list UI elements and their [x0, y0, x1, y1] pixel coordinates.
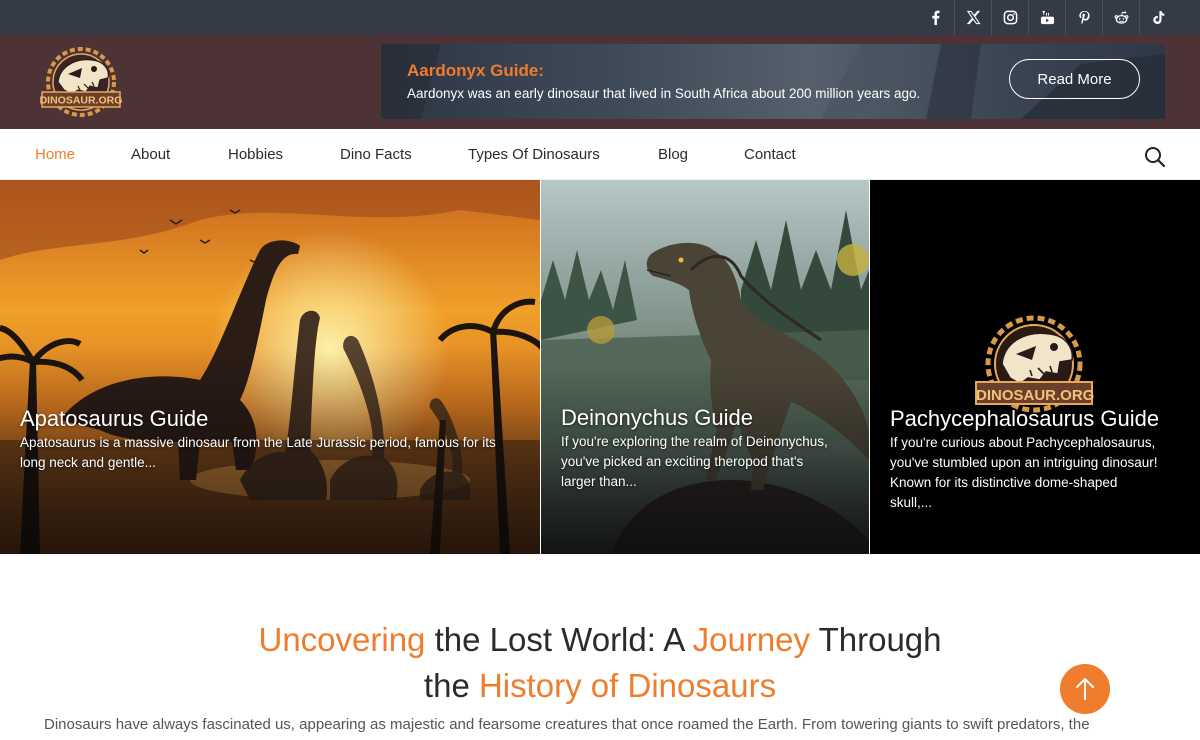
promo-banner: Aardonyx Guide: Aardonyx was an early di…	[381, 44, 1165, 119]
back-to-top-button[interactable]	[1060, 664, 1110, 714]
nav-item-home[interactable]: Home	[35, 146, 75, 163]
search-icon[interactable]	[1144, 146, 1166, 168]
heading-highlight: History of Dinosaurs	[478, 667, 777, 704]
facebook-icon[interactable]	[917, 0, 954, 35]
post-card-deinonychus[interactable]: Deinonychus Guide If you're exploring th…	[541, 180, 869, 554]
card-excerpt: Apatosaurus is a massive dinosaur from t…	[20, 435, 496, 470]
card-title[interactable]: Apatosaurus Guide	[20, 406, 208, 432]
tiktok-icon[interactable]	[1139, 0, 1176, 35]
banner-text: Aardonyx was an early dinosaur that live…	[407, 86, 921, 101]
logo-text: DINOSAUR.ORG	[976, 387, 1095, 404]
heading-text: Through	[810, 621, 942, 658]
card-excerpt: If you're exploring the realm of Deinony…	[561, 434, 828, 489]
post-card-pachycephalosaurus[interactable]: DINOSAUR.ORG Pachycephalosaurus Guide If…	[870, 180, 1200, 554]
instagram-icon[interactable]	[991, 0, 1028, 35]
nav-item-contact[interactable]: Contact	[744, 146, 796, 163]
nav-item-hobbies[interactable]: Hobbies	[228, 146, 283, 163]
logo-text: DINOSAUR.ORG	[40, 95, 123, 107]
pinterest-icon[interactable]	[1065, 0, 1102, 35]
card-excerpt: If you're curious about Pachycephalosaur…	[890, 435, 1158, 510]
nav-item-about[interactable]: About	[131, 146, 170, 163]
social-links	[917, 0, 1176, 35]
arrow-up-icon	[1076, 678, 1094, 700]
reddit-icon[interactable]	[1102, 0, 1139, 35]
read-more-button[interactable]: Read More	[1009, 59, 1140, 99]
nav-item-types-of-dinosaurs[interactable]: Types Of Dinosaurs	[468, 146, 600, 163]
card-title[interactable]: Deinonychus Guide	[561, 405, 753, 431]
nav-item-blog[interactable]: Blog	[658, 146, 688, 163]
site-logo[interactable]: DINOSAUR.ORG	[38, 44, 124, 120]
post-card-apatosaurus[interactable]: Apatosaurus Guide Apatosaurus is a massi…	[0, 180, 540, 554]
x-icon[interactable]	[954, 0, 991, 35]
heading-highlight: Journey	[692, 621, 811, 658]
nav-item-dino-facts[interactable]: Dino Facts	[340, 146, 412, 163]
apatosaurus-image	[0, 180, 540, 554]
main-nav: Home About Hobbies Dino Facts Types Of D…	[0, 129, 1200, 180]
intro-paragraph: Dinosaurs have always fascinated us, app…	[44, 716, 1090, 733]
deinonychus-image	[541, 180, 869, 554]
site-header: DINOSAUR.ORG Aardonyx Guide: Aardonyx wa…	[0, 35, 1200, 129]
heading-highlight: Uncovering	[258, 621, 426, 658]
heading-text: the	[423, 667, 479, 704]
section-heading: Uncovering the Lost World: A Journey Thr…	[0, 617, 1200, 709]
banner-title: Aardonyx Guide:	[407, 61, 544, 80]
top-bar	[0, 0, 1200, 35]
heading-text: the Lost World: A	[425, 621, 693, 658]
card-title[interactable]: Pachycephalosaurus Guide	[890, 406, 1159, 432]
youtube-icon[interactable]	[1028, 0, 1065, 35]
